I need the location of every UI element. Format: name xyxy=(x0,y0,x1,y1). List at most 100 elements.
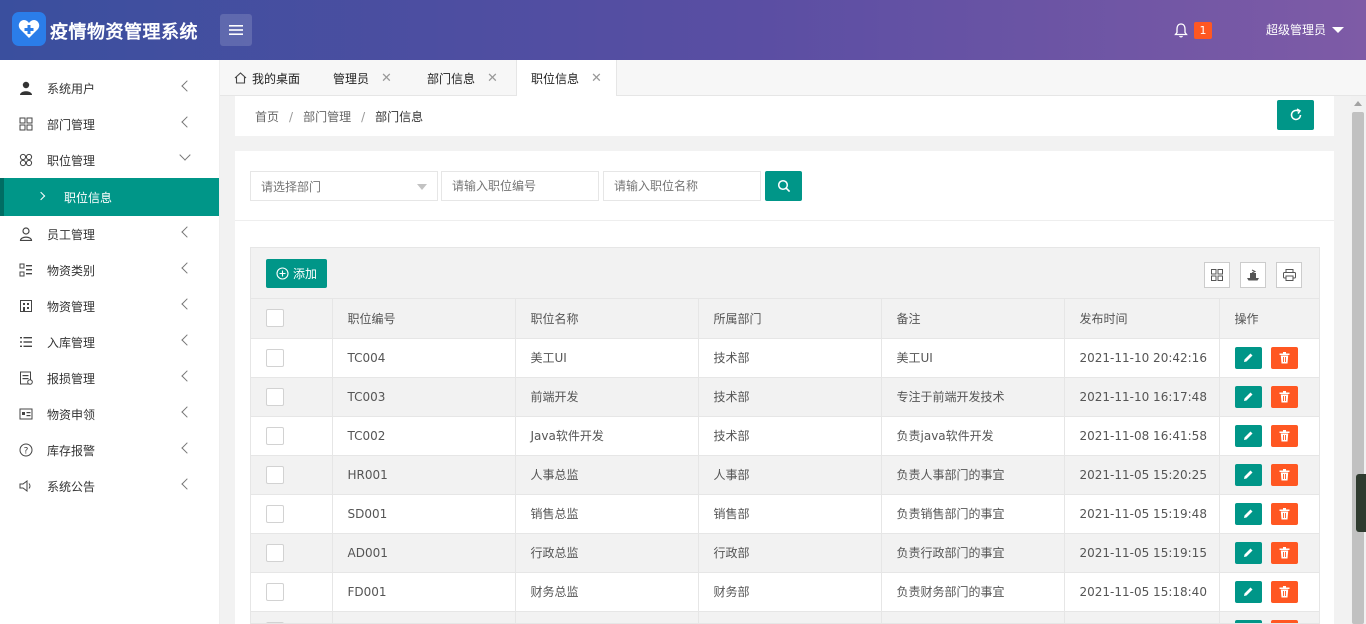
chevron-left-icon xyxy=(181,262,193,274)
pencil-icon xyxy=(1243,509,1252,518)
sidebar-item-material-categories[interactable]: 物资类别 xyxy=(0,252,219,288)
sidebar-item-materials[interactable]: 物资管理 xyxy=(0,288,219,324)
sidebar-item-damage-report[interactable]: 报损管理 xyxy=(0,360,219,396)
print-button[interactable] xyxy=(1276,262,1302,288)
tab-department-info[interactable]: 部门信息 ✕ xyxy=(427,60,498,96)
table-row[interactable]: HR001 人事总监 人事部 负责人事部门的事宜 2021-11-05 15:20:25 xyxy=(251,455,1319,495)
sidebar-item-positions[interactable]: 职位管理 xyxy=(0,142,219,178)
tab-admin[interactable]: 管理员 ✕ xyxy=(333,60,392,96)
sidebar-item-employees[interactable]: 员工管理 xyxy=(0,216,219,252)
chevron-left-icon xyxy=(181,298,193,310)
row-checkbox[interactable] xyxy=(266,543,284,562)
sidebar-item-departments[interactable]: 部门管理 xyxy=(0,106,219,142)
row-checkbox[interactable] xyxy=(266,465,284,484)
row-checkbox-cell xyxy=(251,611,333,623)
row-checkbox[interactable] xyxy=(266,426,284,445)
tab-position-info[interactable]: 职位信息 ✕ xyxy=(516,60,617,97)
row-checkbox[interactable] xyxy=(266,582,284,601)
tab-my-desktop[interactable]: 我的桌面 xyxy=(234,60,300,96)
search-button[interactable] xyxy=(765,171,802,201)
pencil-icon xyxy=(1243,587,1252,596)
delete-button[interactable] xyxy=(1270,346,1298,369)
list-icon xyxy=(18,262,34,278)
chevron-left-icon xyxy=(181,370,193,382)
bell-icon[interactable] xyxy=(1172,20,1190,40)
row-checkbox[interactable] xyxy=(266,387,284,406)
trash-icon xyxy=(1279,351,1289,363)
edit-button[interactable] xyxy=(1234,385,1262,408)
close-icon[interactable]: ✕ xyxy=(591,71,602,86)
breadcrumb-separator: / xyxy=(289,109,294,124)
sidebar-item-announcements[interactable]: 系统公告 xyxy=(0,468,219,504)
columns-filter-button[interactable] xyxy=(1204,262,1230,288)
edit-button[interactable] xyxy=(1234,346,1262,369)
table-body: TC004 美工UI 技术部 美工UI 2021-11-10 20:42:16 TC003… xyxy=(251,338,1319,623)
operations-cell xyxy=(1219,533,1319,573)
column-header[interactable]: 所属部门 xyxy=(698,299,882,339)
column-header[interactable]: 发布时间 xyxy=(1064,299,1220,339)
delete-button[interactable] xyxy=(1270,619,1298,623)
menu-toggle-button[interactable] xyxy=(220,14,252,46)
column-header[interactable]: 职位名称 xyxy=(515,299,699,339)
table-row[interactable]: TC003 前端开发 技术部 专注于前端开发技术 2021-11-10 16:17:48 xyxy=(251,377,1319,417)
row-checkbox[interactable] xyxy=(266,504,284,523)
delete-button[interactable] xyxy=(1270,463,1298,486)
user-menu[interactable]: 超级管理员 xyxy=(1266,21,1345,38)
table-cell: 2021-11-05 15:19:48 xyxy=(1064,494,1220,534)
table-cell: 美工UI xyxy=(881,338,1065,378)
edit-button[interactable] xyxy=(1234,541,1262,564)
table-row[interactable]: TC004 美工UI 技术部 美工UI 2021-11-10 20:42:16 xyxy=(251,338,1319,378)
column-header[interactable]: 职位编号 xyxy=(332,299,516,339)
table-header-row: 职位编号 职位名称 所属部门 备注 发布时间 操作 xyxy=(251,299,1319,339)
table-row[interactable] xyxy=(251,611,1319,623)
delete-button[interactable] xyxy=(1270,502,1298,525)
table-row[interactable]: TC002 Java软件开发 技术部 负责java软件开发 2021-11-08 16:… xyxy=(251,416,1319,456)
table-row[interactable]: SD001 销售总监 销售部 负责销售部门的事宜 2021-11-05 15:19:48 xyxy=(251,494,1319,534)
sidebar-item-label: 系统公告 xyxy=(47,479,96,494)
trash-icon xyxy=(1279,546,1289,558)
sidebar-item-label: 员工管理 xyxy=(47,227,96,242)
row-checkbox-cell xyxy=(251,572,333,612)
sidebar-item-system-users[interactable]: 系统用户 xyxy=(0,70,219,106)
export-button[interactable] xyxy=(1240,262,1266,288)
delete-button[interactable] xyxy=(1270,385,1298,408)
scrollbar-thumb[interactable] xyxy=(1352,112,1364,624)
position-name-input[interactable] xyxy=(603,171,761,201)
refresh-button[interactable] xyxy=(1277,100,1314,130)
operations-cell xyxy=(1219,416,1319,456)
position-code-input[interactable] xyxy=(441,171,599,201)
department-select-placeholder: 请选择部门 xyxy=(261,179,322,194)
close-icon[interactable]: ✕ xyxy=(487,71,498,86)
edit-button[interactable] xyxy=(1234,502,1262,525)
side-widget[interactable] xyxy=(1356,474,1366,532)
add-button[interactable]: 添加 xyxy=(266,259,327,288)
sidebar-item-material-request[interactable]: 物资申领 xyxy=(0,396,219,432)
table-row[interactable]: AD001 行政总监 行政部 负责行政部门的事宜 2021-11-05 15:19:15 xyxy=(251,533,1319,573)
edit-button[interactable] xyxy=(1234,580,1262,603)
delete-button[interactable] xyxy=(1270,541,1298,564)
sidebar-item-label: 物资管理 xyxy=(47,299,96,314)
column-header[interactable]: 备注 xyxy=(881,299,1065,339)
edit-button[interactable] xyxy=(1234,424,1262,447)
chevron-left-icon xyxy=(181,80,193,92)
department-select[interactable]: 请选择部门 xyxy=(250,171,438,201)
edit-button[interactable] xyxy=(1234,619,1262,623)
select-all-checkbox[interactable] xyxy=(266,309,284,328)
breadcrumb-home[interactable]: 首页 xyxy=(255,108,279,125)
scroll-up-arrow-icon[interactable] xyxy=(1354,101,1362,106)
user-name: 超级管理员 xyxy=(1266,23,1327,37)
table-row[interactable]: FD001 财务总监 财务部 负责财务部门的事宜 2021-11-05 15:18:40 xyxy=(251,572,1319,612)
edit-button[interactable] xyxy=(1234,463,1262,486)
delete-button[interactable] xyxy=(1270,424,1298,447)
table-cell: 财务部 xyxy=(698,572,882,612)
table-cell: 2021-11-08 16:41:58 xyxy=(1064,416,1220,456)
delete-button[interactable] xyxy=(1270,580,1298,603)
caret-down-icon xyxy=(417,184,427,190)
row-checkbox[interactable] xyxy=(266,348,284,367)
tab-label: 我的桌面 xyxy=(252,71,301,86)
close-icon[interactable]: ✕ xyxy=(381,71,392,86)
sidebar-item-inbound[interactable]: 入库管理 xyxy=(0,324,219,360)
breadcrumb-department-management[interactable]: 部门管理 xyxy=(303,108,351,125)
sidebar-item-stock-alarm[interactable]: ? 库存报警 xyxy=(0,432,219,468)
sidebar-subitem-position-info[interactable]: 职位信息 xyxy=(0,178,219,216)
